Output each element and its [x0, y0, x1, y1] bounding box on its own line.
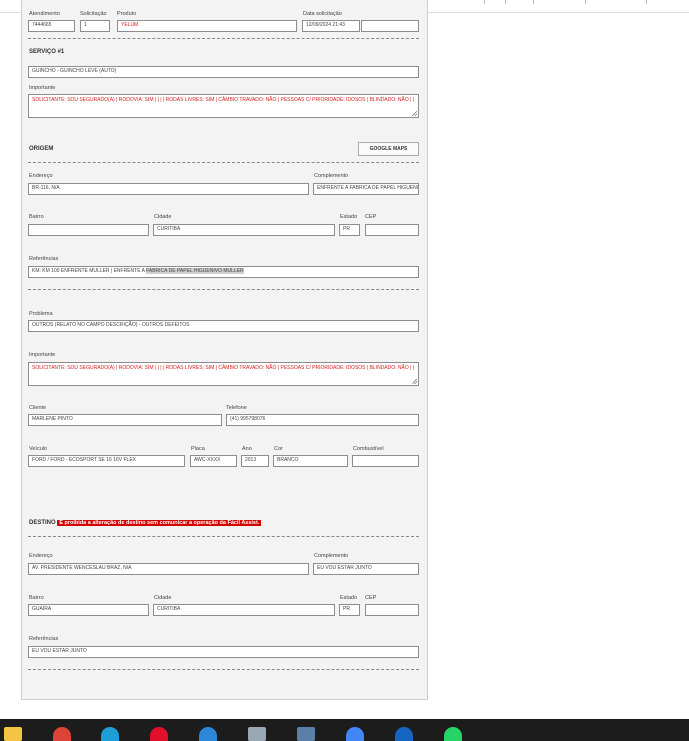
- combustivel-field[interactable]: [352, 455, 419, 467]
- origem-cep-field[interactable]: [365, 224, 419, 236]
- divider: [28, 536, 419, 537]
- destino-estado-label: Estado: [340, 595, 358, 601]
- column-divider: [505, 0, 506, 4]
- google-maps-button[interactable]: GOOGLE MAPS: [358, 142, 419, 156]
- origem-referencias-label: Referências: [29, 256, 59, 262]
- telefone-field[interactable]: (41) 995798076: [226, 414, 419, 426]
- notepad-icon[interactable]: [248, 727, 266, 741]
- importante-textarea-2[interactable]: SOLICITANTE: SOU SEGURADO(A) | RODOVIA: …: [28, 362, 419, 386]
- cor-field[interactable]: BRANCO: [273, 455, 348, 467]
- extra-field[interactable]: [361, 20, 419, 32]
- column-divider: [484, 0, 485, 4]
- origem-complemento-label: Complemento: [314, 173, 349, 179]
- produto-label: Produto: [117, 11, 137, 17]
- windows-taskbar: [0, 719, 689, 741]
- problema-field[interactable]: OUTROS (RELATO NO CAMPO DESCRIÇÃO) - OUT…: [28, 320, 419, 332]
- destino-warning-badge: É proibida a alteração de destino sem co…: [57, 520, 262, 526]
- google-icon[interactable]: [346, 727, 364, 741]
- destino-referencias-field[interactable]: EU VOU ESTAR JUNTO: [28, 646, 419, 658]
- combustivel-label: Combustível: [353, 446, 384, 452]
- destino-header: DESTINO É proibida a alteração de destin…: [29, 519, 262, 527]
- importante-text-2: SOLICITANTE: SOU SEGURADO(A) | RODOVIA: …: [32, 365, 415, 371]
- service-form-panel: Atendimento Solicitação Produto Data sol…: [21, 0, 428, 700]
- data-solicitacao-label: Data solicitação: [303, 11, 342, 17]
- phone-icon[interactable]: [199, 727, 217, 741]
- cliente-field[interactable]: MARLENE PINTO: [28, 414, 222, 426]
- destino-bairro-field[interactable]: GUAÍRA: [28, 604, 149, 616]
- origem-complemento-field[interactable]: ENFRENTE A FABRICA DE PAPEL HIGUENIVO MU…: [313, 183, 419, 195]
- importante-text: SOLICITANTE: SOU SEGURADO(A) | RODOVIA: …: [32, 97, 415, 103]
- chrome-icon[interactable]: [53, 727, 71, 741]
- ano-field[interactable]: 2013: [241, 455, 269, 467]
- solicitacao-label: Solicitação: [80, 11, 107, 17]
- destino-endereco-field[interactable]: AV. PRESIDENTE WENCESLAU BRAZ, N/A: [28, 563, 309, 575]
- origem-estado-field[interactable]: PR: [339, 224, 360, 236]
- whatsapp-icon[interactable]: [444, 727, 462, 741]
- origem-cep-label: CEP: [365, 214, 377, 220]
- produto-field[interactable]: YELUM: [117, 20, 297, 32]
- problema-label: Problema: [29, 311, 53, 317]
- destino-complemento-label: Complemento: [314, 553, 349, 559]
- referencias-selected-text: FABRICA DE PAPEL HIGUENIVO MULLER: [146, 268, 244, 274]
- atendimento-field[interactable]: 7444665: [28, 20, 75, 32]
- destino-bairro-label: Bairro: [29, 595, 44, 601]
- importante-textarea[interactable]: SOLICITANTE: SOU SEGURADO(A) | RODOVIA: …: [28, 94, 419, 118]
- importante-label: Importante: [29, 85, 56, 91]
- cliente-label: Cliente: [29, 405, 47, 411]
- opera-icon[interactable]: [150, 727, 168, 741]
- cor-label: Cor: [274, 446, 283, 452]
- service-type-field[interactable]: GUINCHO - GUINCHO LEVE (AUTO): [28, 66, 419, 78]
- ano-label: Ano: [242, 446, 252, 452]
- resize-grip-icon[interactable]: [412, 111, 417, 116]
- veiculo-label: Veículo: [29, 446, 48, 452]
- file-explorer-icon[interactable]: [4, 727, 22, 741]
- calculator-icon[interactable]: [297, 727, 315, 741]
- column-divider: [533, 0, 534, 4]
- destino-endereco-label: Endereço: [29, 553, 53, 559]
- importante-label-2: Importante: [29, 352, 56, 358]
- telefone-label: Telefone: [226, 405, 247, 411]
- placa-field[interactable]: AWC-XXXX: [190, 455, 237, 467]
- data-solicitacao-field[interactable]: 12/09/2024 21:43: [302, 20, 360, 32]
- destino-complemento-field[interactable]: EU VOU ESTAR JUNTO: [313, 563, 419, 575]
- servico-title: SERVIÇO #1: [29, 49, 65, 55]
- app-icon[interactable]: [395, 727, 413, 741]
- column-divider: [646, 0, 647, 4]
- destino-title: DESTINO: [29, 520, 56, 526]
- resize-grip-icon[interactable]: [412, 379, 417, 384]
- origem-bairro-label: Bairro: [29, 214, 44, 220]
- destino-cidade-label: Cidade: [154, 595, 172, 601]
- edge-icon[interactable]: [101, 727, 119, 741]
- origem-cidade-label: Cidade: [154, 214, 172, 220]
- origem-referencias-field[interactable]: KM: KM 109 ENFRENTE MULLER | ENFRENTE A …: [28, 266, 419, 278]
- column-divider: [585, 0, 586, 4]
- destino-cep-field[interactable]: [365, 604, 419, 616]
- destino-cep-label: CEP: [365, 595, 377, 601]
- destino-estado-field[interactable]: PR: [339, 604, 360, 616]
- destino-cidade-field[interactable]: CURITIBA: [153, 604, 335, 616]
- divider: [28, 38, 419, 39]
- origem-estado-label: Estado: [340, 214, 358, 220]
- solicitacao-field[interactable]: 1: [80, 20, 110, 32]
- origem-bairro-field[interactable]: [28, 224, 149, 236]
- divider: [28, 289, 419, 290]
- referencias-text: KM: KM 109 ENFRENTE MULLER | ENFRENTE A: [32, 268, 147, 274]
- veiculo-field[interactable]: FORD / FORD - ECOSPORT SE 16 16V FLEX: [28, 455, 185, 467]
- divider: [28, 669, 419, 670]
- origem-cidade-field[interactable]: CURITIBA: [153, 224, 335, 236]
- origem-endereco-field[interactable]: BR-116, N/A: [28, 183, 309, 195]
- destino-referencias-label: Referências: [29, 636, 59, 642]
- origem-endereco-label: Endereço: [29, 173, 53, 179]
- divider: [28, 162, 419, 163]
- placa-label: Placa: [191, 446, 205, 452]
- atendimento-label: Atendimento: [29, 11, 60, 17]
- origem-title: ORIGEM: [29, 146, 54, 152]
